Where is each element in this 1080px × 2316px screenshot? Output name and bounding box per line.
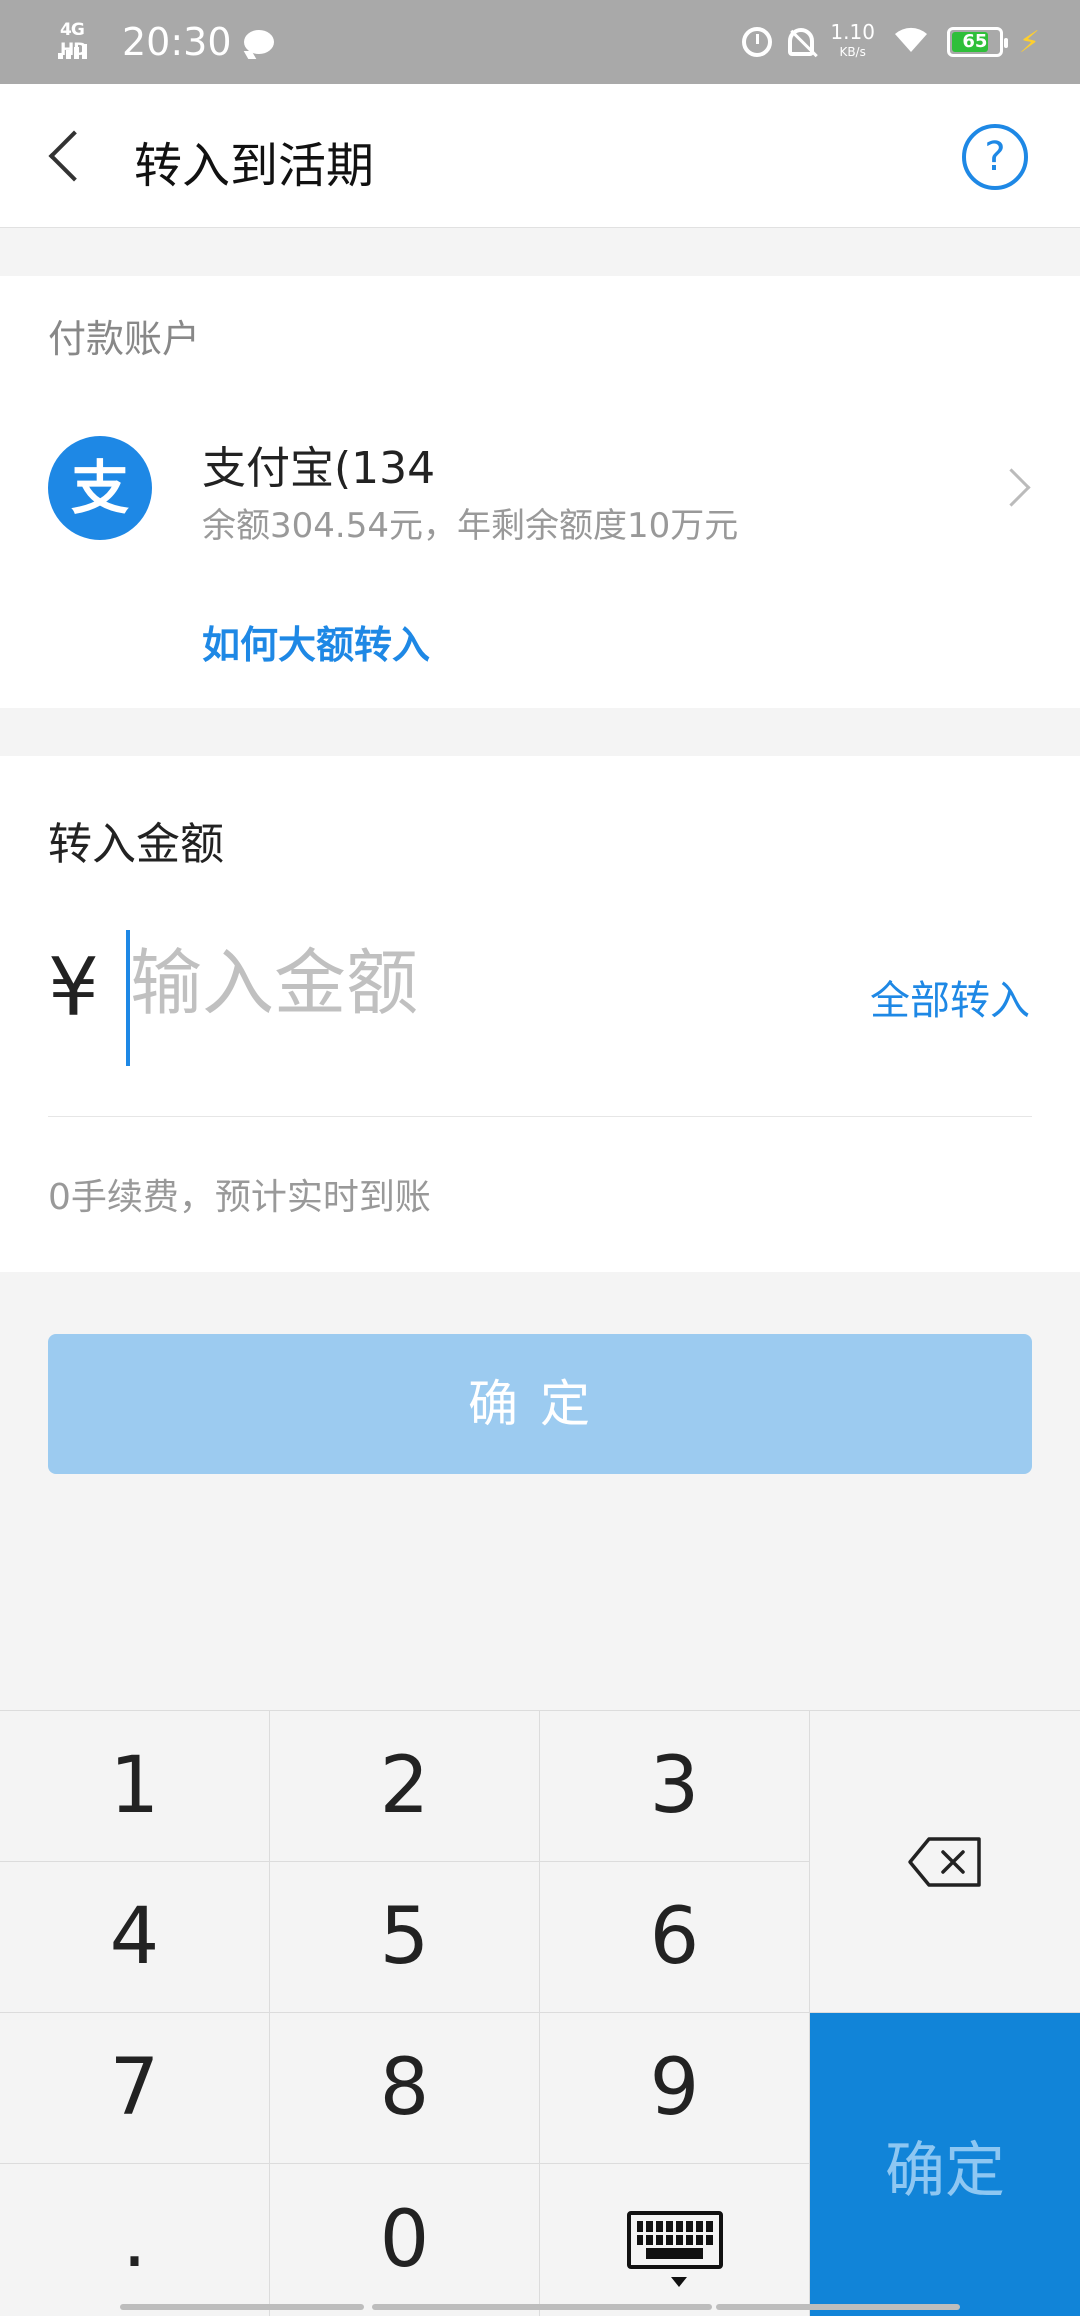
key-5[interactable]: 5 <box>270 1862 540 2013</box>
speed-value: 1.10 <box>830 20 875 44</box>
key-0[interactable]: 0 <box>270 2164 540 2316</box>
keypad-confirm-button[interactable]: 确定 <box>810 2013 1080 2316</box>
amount-input[interactable] <box>130 941 690 1025</box>
alipay-logo-icon: 支 <box>48 436 152 540</box>
fee-note: 0手续费，预计实时到账 <box>48 1177 431 1218</box>
clock: 20:30 <box>122 20 232 64</box>
help-button[interactable]: ? <box>962 124 1028 190</box>
key-4[interactable]: 4 <box>0 1862 270 2013</box>
charging-icon: ⚡ <box>1018 24 1040 60</box>
numeric-keypad: 1 2 3 4 5 6 7 8 9 . 0 确定 <box>0 1710 1080 2316</box>
key-1[interactable]: 1 <box>0 1711 270 1862</box>
home-indicator <box>372 2304 712 2310</box>
speed-unit: KB/s <box>839 45 866 59</box>
payment-account-section: 付款账户 支 支付宝(134 余额304.54元，年剩余额度10万元 如何大额转… <box>0 276 1080 708</box>
wifi-icon <box>891 22 931 62</box>
payment-account-label: 付款账户 <box>48 317 201 361</box>
key-2[interactable]: 2 <box>270 1711 540 1862</box>
key-3[interactable]: 3 <box>540 1711 810 1862</box>
account-name[interactable]: 支付宝(134 <box>202 432 435 496</box>
key-9[interactable]: 9 <box>540 2013 810 2164</box>
amount-label: 转入金额 <box>48 819 224 870</box>
confirm-button[interactable]: 确定 <box>48 1334 1032 1474</box>
battery-icon: 65 <box>946 27 1008 57</box>
back-button[interactable] <box>42 126 102 186</box>
divider <box>48 1116 1032 1117</box>
page-title: 转入到活期 <box>134 138 375 194</box>
key-dot[interactable]: . <box>0 2164 270 2316</box>
alarm-icon <box>742 27 773 57</box>
mute-icon <box>788 28 815 56</box>
battery-level: 65 <box>962 31 988 52</box>
hide-keyboard-button[interactable] <box>540 2164 810 2316</box>
app-header: 转入到活期 ? <box>0 84 1080 228</box>
status-left: 4G HD 20:30 <box>58 16 274 68</box>
amount-section: 转入金额 ¥ 全部转入 0手续费，预计实时到账 <box>0 756 1080 1272</box>
key-7[interactable]: 7 <box>0 2013 270 2164</box>
transfer-all-button[interactable]: 全部转入 <box>870 968 1030 1026</box>
large-transfer-link[interactable]: 如何大额转入 <box>202 614 430 669</box>
delete-key[interactable] <box>810 1711 1080 2013</box>
message-icon <box>243 30 274 54</box>
currency-symbol: ¥ <box>48 941 99 1034</box>
key-6[interactable]: 6 <box>540 1862 810 2013</box>
backspace-icon <box>908 1836 981 1887</box>
chevron-right-icon[interactable] <box>992 468 1032 508</box>
home-indicator <box>120 2304 364 2310</box>
signal-icon: 4G HD <box>58 20 110 62</box>
key-8[interactable]: 8 <box>270 2013 540 2164</box>
home-indicator <box>716 2304 960 2310</box>
keyboard-icon <box>626 2211 723 2287</box>
status-right: 1.10 KB/s 65 ⚡ <box>742 16 1040 68</box>
account-balance: 余额304.54元，年剩余额度10万元 <box>202 506 739 546</box>
status-bar: 4G HD 20:30 1.10 KB/s 65 ⚡ <box>0 0 1080 84</box>
network-speed: 1.10 KB/s <box>830 22 875 62</box>
